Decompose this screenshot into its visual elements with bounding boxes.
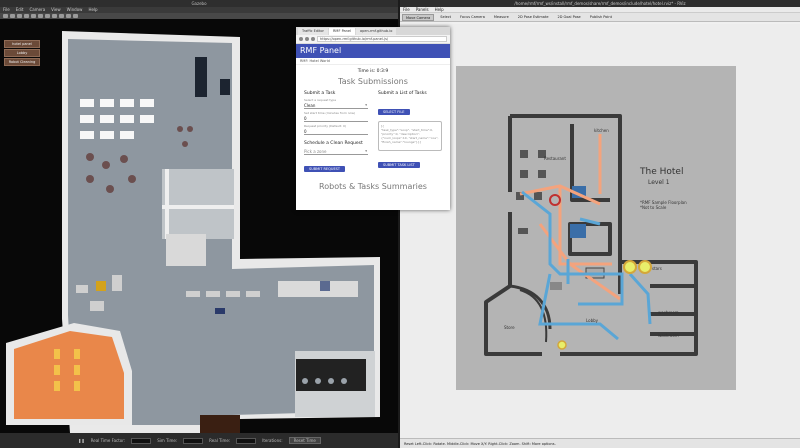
cylinder-icon[interactable] (59, 14, 64, 18)
publish-point-tool[interactable]: Publish Point (587, 14, 615, 21)
rviz-menu-file[interactable]: File (403, 7, 410, 12)
sim-time-label: Sim Time: (157, 438, 178, 443)
forward-icon[interactable] (305, 37, 309, 41)
tab-rmf-panel[interactable]: RMF Panel (329, 28, 356, 35)
request-type-select[interactable]: Clean ▾ (304, 102, 368, 109)
submit-list-form: Submit a List of Tasks SELECT FILE [{ "t… (378, 91, 442, 174)
tab-traffic-editor[interactable]: Traffic Editor (298, 28, 328, 35)
rmf-time: Time is: 0:3:9 (357, 69, 389, 74)
real-time-label: Real Time: (209, 438, 231, 443)
room-label-store: Store (504, 325, 515, 330)
hotel-note-line-2: *Not to Scale (640, 205, 667, 210)
move-camera-tool[interactable]: Move Camera (402, 13, 435, 21)
browser-tabbar: Traffic Editor RMF Panel open-rmf.github… (296, 27, 450, 35)
submit-task-list-button[interactable]: SUBMIT TASK LIST (378, 162, 420, 168)
select-tool[interactable]: Select (437, 14, 454, 21)
rviz-toolbar: Move Camera Select Focus Camera Measure … (400, 13, 800, 22)
sphere-icon[interactable] (52, 14, 57, 18)
rviz-map-viewport[interactable]: kitchen Restaurant Store Lobby stars was… (400, 24, 800, 438)
gazebo-menu-window[interactable]: Window (67, 7, 83, 13)
room-label-kitchen: kitchen (594, 128, 609, 133)
light-icon[interactable] (66, 14, 71, 18)
rviz-menu-help[interactable]: Help (435, 7, 444, 12)
box-icon[interactable] (45, 14, 50, 18)
start-time-input[interactable]: 0 (304, 115, 368, 122)
gazebo-menu-file[interactable]: File (3, 7, 10, 13)
iterations-label: Iterations: (262, 438, 283, 443)
desktop: Gazebo File Edit Camera View Window Help (0, 0, 800, 448)
scale-icon[interactable] (24, 14, 29, 18)
clean-request-title: Schedule a Clean Request (304, 141, 363, 146)
real-time-factor-value (131, 437, 152, 444)
request-type-value: Clean (304, 103, 316, 108)
screenshot-icon[interactable] (73, 14, 78, 18)
rviz-statusbar: Reset Left-Click: Rotate. Middle-Click: … (400, 438, 800, 448)
real-time-value (236, 437, 257, 444)
rotate-icon[interactable] (17, 14, 22, 18)
rviz-title: /home/rmf/rmf_ws/install/rmf_demos/share… (400, 0, 800, 7)
sim-time-value (183, 437, 204, 444)
gazebo-menu-edit[interactable]: Edit (16, 7, 24, 13)
rviz-window: /home/rmf/rmf_ws/install/rmf_demos/share… (400, 0, 800, 448)
gazebo-menu-camera[interactable]: Camera (29, 7, 45, 13)
gazebo-panel-item-2[interactable]: Robot Cleaning (4, 58, 40, 66)
task-forms: Submit a Task Select a request type Clea… (296, 91, 450, 174)
tab-open-rmf[interactable]: open-rmf.github.io (356, 28, 397, 35)
gazebo-statusbar: ❚❚ Real Time Factor: Sim Time: Real Time… (0, 433, 398, 448)
zone-select[interactable]: Pick a zone ▾ (304, 148, 368, 155)
reset-time-button[interactable]: Reset Time (288, 437, 321, 444)
redo-icon[interactable] (38, 14, 43, 18)
chevron-down-icon: ▾ (365, 149, 367, 153)
pose-estimate-tool[interactable]: 2D Pose Estimate (515, 14, 552, 21)
room-label-stars: stars (652, 266, 662, 271)
url-input[interactable]: https://open-rmf.github.io/rmf-panel-js/ (317, 36, 447, 42)
task-submissions-heading: Task Submissions (338, 77, 408, 86)
gazebo-menu-help[interactable]: Help (88, 7, 97, 13)
room-label-restaurant: Restaurant (544, 156, 566, 161)
focus-camera-tool[interactable]: Focus Camera (457, 14, 488, 21)
room-label-washroom-1: washroom (658, 310, 679, 315)
measure-tool[interactable]: Measure (491, 14, 512, 21)
hotel-title: The Hotel (639, 167, 683, 177)
back-icon[interactable] (299, 37, 303, 41)
select-file-button[interactable]: SELECT FILE (378, 109, 410, 115)
translate-icon[interactable] (10, 14, 15, 18)
submit-list-title: Submit a List of Tasks (378, 91, 427, 96)
submit-task-form: Submit a Task Select a request type Clea… (304, 91, 368, 174)
submit-request-button[interactable]: SUBMIT REQUEST (304, 166, 346, 172)
gazebo-panel-item-0[interactable]: hotel panel (4, 40, 40, 48)
task-list-textarea[interactable]: [{ "task_type":"Loop", "start_time":0, "… (378, 121, 442, 151)
room-label-washroom-2: washroom (658, 333, 679, 338)
reload-icon[interactable] (311, 37, 315, 41)
summaries-heading: Robots & Tasks Summaries (319, 182, 427, 191)
rmf-app-bar: RMF Panel (296, 44, 450, 58)
room-label-lobby: Lobby (586, 318, 599, 323)
rviz-menu-panels[interactable]: Panels (416, 7, 429, 12)
browser-window: Traffic Editor RMF Panel open-rmf.github… (296, 27, 450, 210)
goal-pose-tool[interactable]: 2D Goal Pose (554, 14, 583, 21)
undo-icon[interactable] (31, 14, 36, 18)
play-pause-icon[interactable]: ❚❚ (78, 438, 85, 443)
gazebo-menu-view[interactable]: View (51, 7, 61, 13)
gazebo-panel-item-1[interactable]: Lobby (4, 49, 40, 57)
gazebo-title: Gazebo (0, 0, 398, 7)
select-icon[interactable] (3, 14, 8, 18)
real-time-factor-label: Real Time Factor: (90, 438, 126, 443)
priority-input[interactable]: 0 (304, 128, 368, 135)
gazebo-side-panel: hotel panel Lobby Robot Cleaning (4, 40, 40, 67)
submit-task-title: Submit a Task (304, 91, 336, 96)
zone-placeholder: Pick a zone (304, 149, 327, 154)
hotel-level: Level 1 (648, 179, 670, 186)
rmf-world-label: RMF: Hotel World (296, 58, 450, 65)
browser-urlbar: https://open-rmf.github.io/rmf-panel-js/ (296, 35, 450, 44)
chevron-down-icon: ▾ (365, 103, 367, 107)
